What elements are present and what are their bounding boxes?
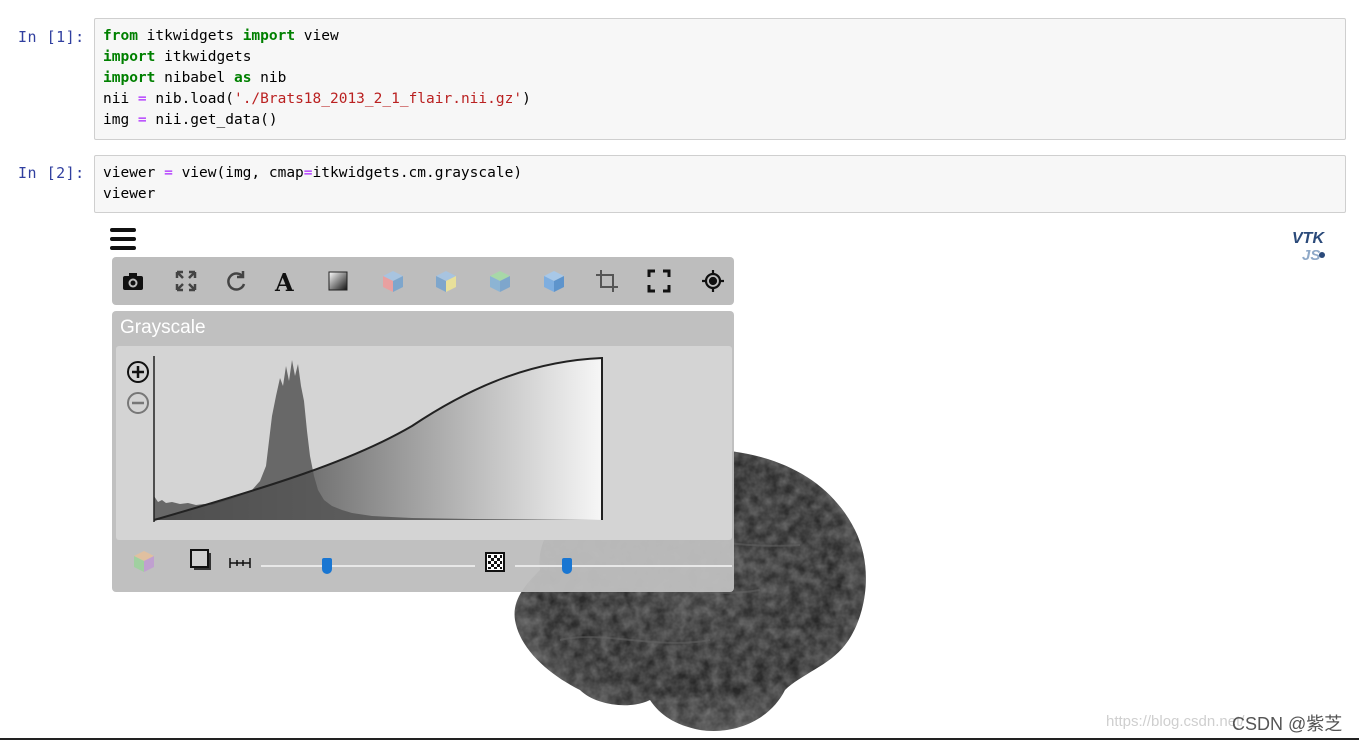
code-token: itkwidgets [155,49,252,65]
code-token: ) [522,91,531,107]
code-token: as [233,70,252,86]
volume-controls [112,543,734,589]
code-token: nib [251,70,287,86]
crop-icon [596,270,618,292]
code-token: view [295,28,339,44]
gradient-opacity-handle[interactable] [322,558,333,574]
code-line: viewer [103,184,1337,205]
code-line: import nibabel as nib [103,68,1337,89]
sample-distance-handle[interactable] [562,558,573,574]
gradient-opacity-slider[interactable] [261,565,475,567]
vtk-js-logo: VTK JS [1290,226,1330,264]
interpolation-button[interactable] [319,263,357,299]
code-token: = [137,112,147,128]
gradient-opacity-icon [229,558,251,568]
code-editor[interactable]: from itkwidgets import view import itkwid… [94,18,1346,140]
code-line: viewer = view(img, cmap=itkwidgets.cm.gr… [103,163,1337,184]
zoom-out-icon[interactable] [126,391,150,415]
reset-rotate-icon [227,271,246,291]
rotate-button[interactable] [217,263,255,299]
zoom-in-icon[interactable] [126,360,150,384]
transfer-function-plot[interactable] [152,356,604,522]
reset-camera-icon [702,270,724,292]
logo-text-bottom: JS [1302,247,1320,264]
code-token: nii.get_data() [146,112,278,128]
code-token: viewer [103,186,156,202]
view-z-button[interactable] [481,263,519,299]
menu-toggle-button[interactable] [110,228,136,252]
shadow-icon [190,549,211,570]
code-token: img [103,112,138,128]
code-line: from itkwidgets import view [103,26,1337,47]
watermark-url: https://blog.csdn.net/ [1106,713,1245,730]
view-y-icon [436,271,456,292]
sample-distance-slider[interactable] [515,565,732,567]
crop-button[interactable] [588,263,626,299]
code-line: import itkwidgets [103,47,1337,68]
code-token: itkwidgets.cm.grayscale) [312,165,523,181]
code-token: nii [103,91,138,107]
colormap-title: Grayscale [120,317,206,338]
code-token: import [103,49,156,65]
annotation-text-icon: A [274,268,294,294]
cell-prompt: In [2]: [18,164,85,182]
sample-distance-icon [485,552,505,572]
code-line: nii = nib.load('./Brats18_2013_2_1_flair… [103,89,1337,110]
view-3d-icon [544,271,564,292]
code-token: from [103,28,138,44]
code-token: = [164,165,173,181]
view-x-icon [383,271,403,292]
fit-screen-icon [647,269,671,293]
code-token: import [242,28,296,44]
viewer-toolbar: A [112,257,734,305]
fullscreen-button[interactable] [167,263,205,299]
watermark: CSDN @紫芝 [1232,714,1343,734]
code-cell-1: In [1]: from itkwidgets import view impor… [0,18,1359,140]
code-token: itkwidgets [137,28,243,44]
code-token: = [137,91,147,107]
code-token: './Brats18_2013_2_1_flair.nii.gz' [233,91,523,107]
code-cell-2: In [2]: viewer = view(img, cmap=itkwidge… [0,155,1359,213]
annotations-button[interactable]: A [266,263,304,299]
cell-prompt: In [1]: [18,28,85,46]
camera-icon [123,273,143,290]
interpolation-icon [328,271,348,291]
shadow-toggle-button[interactable] [188,547,214,573]
code-line: img = nii.get_data() [103,110,1337,131]
code-token: nib.load( [146,91,234,107]
view-y-button[interactable] [427,263,465,299]
svg-text:A: A [274,268,294,294]
view-x-button[interactable] [374,263,412,299]
code-token: viewer [103,165,165,181]
fit-screen-button[interactable] [640,263,678,299]
colormap-selector[interactable] [130,547,158,575]
code-token: view(img, cmap [172,165,304,181]
view-z-icon [490,271,510,292]
logo-text-top: VTK [1292,230,1325,247]
code-token: import [103,70,156,86]
colormap-panel: Grayscale [112,311,734,592]
screenshot-button[interactable] [114,263,152,299]
colormap-cube-icon [134,551,154,572]
code-token: = [303,165,313,181]
reset-camera-button[interactable] [694,263,732,299]
transfer-function-editor[interactable] [116,346,732,540]
view-3d-button[interactable] [535,263,573,299]
code-editor[interactable]: viewer = view(img, cmap=itkwidgets.cm.gr… [94,155,1346,213]
fullscreen-icon [175,270,197,292]
code-token: nibabel [155,70,234,86]
